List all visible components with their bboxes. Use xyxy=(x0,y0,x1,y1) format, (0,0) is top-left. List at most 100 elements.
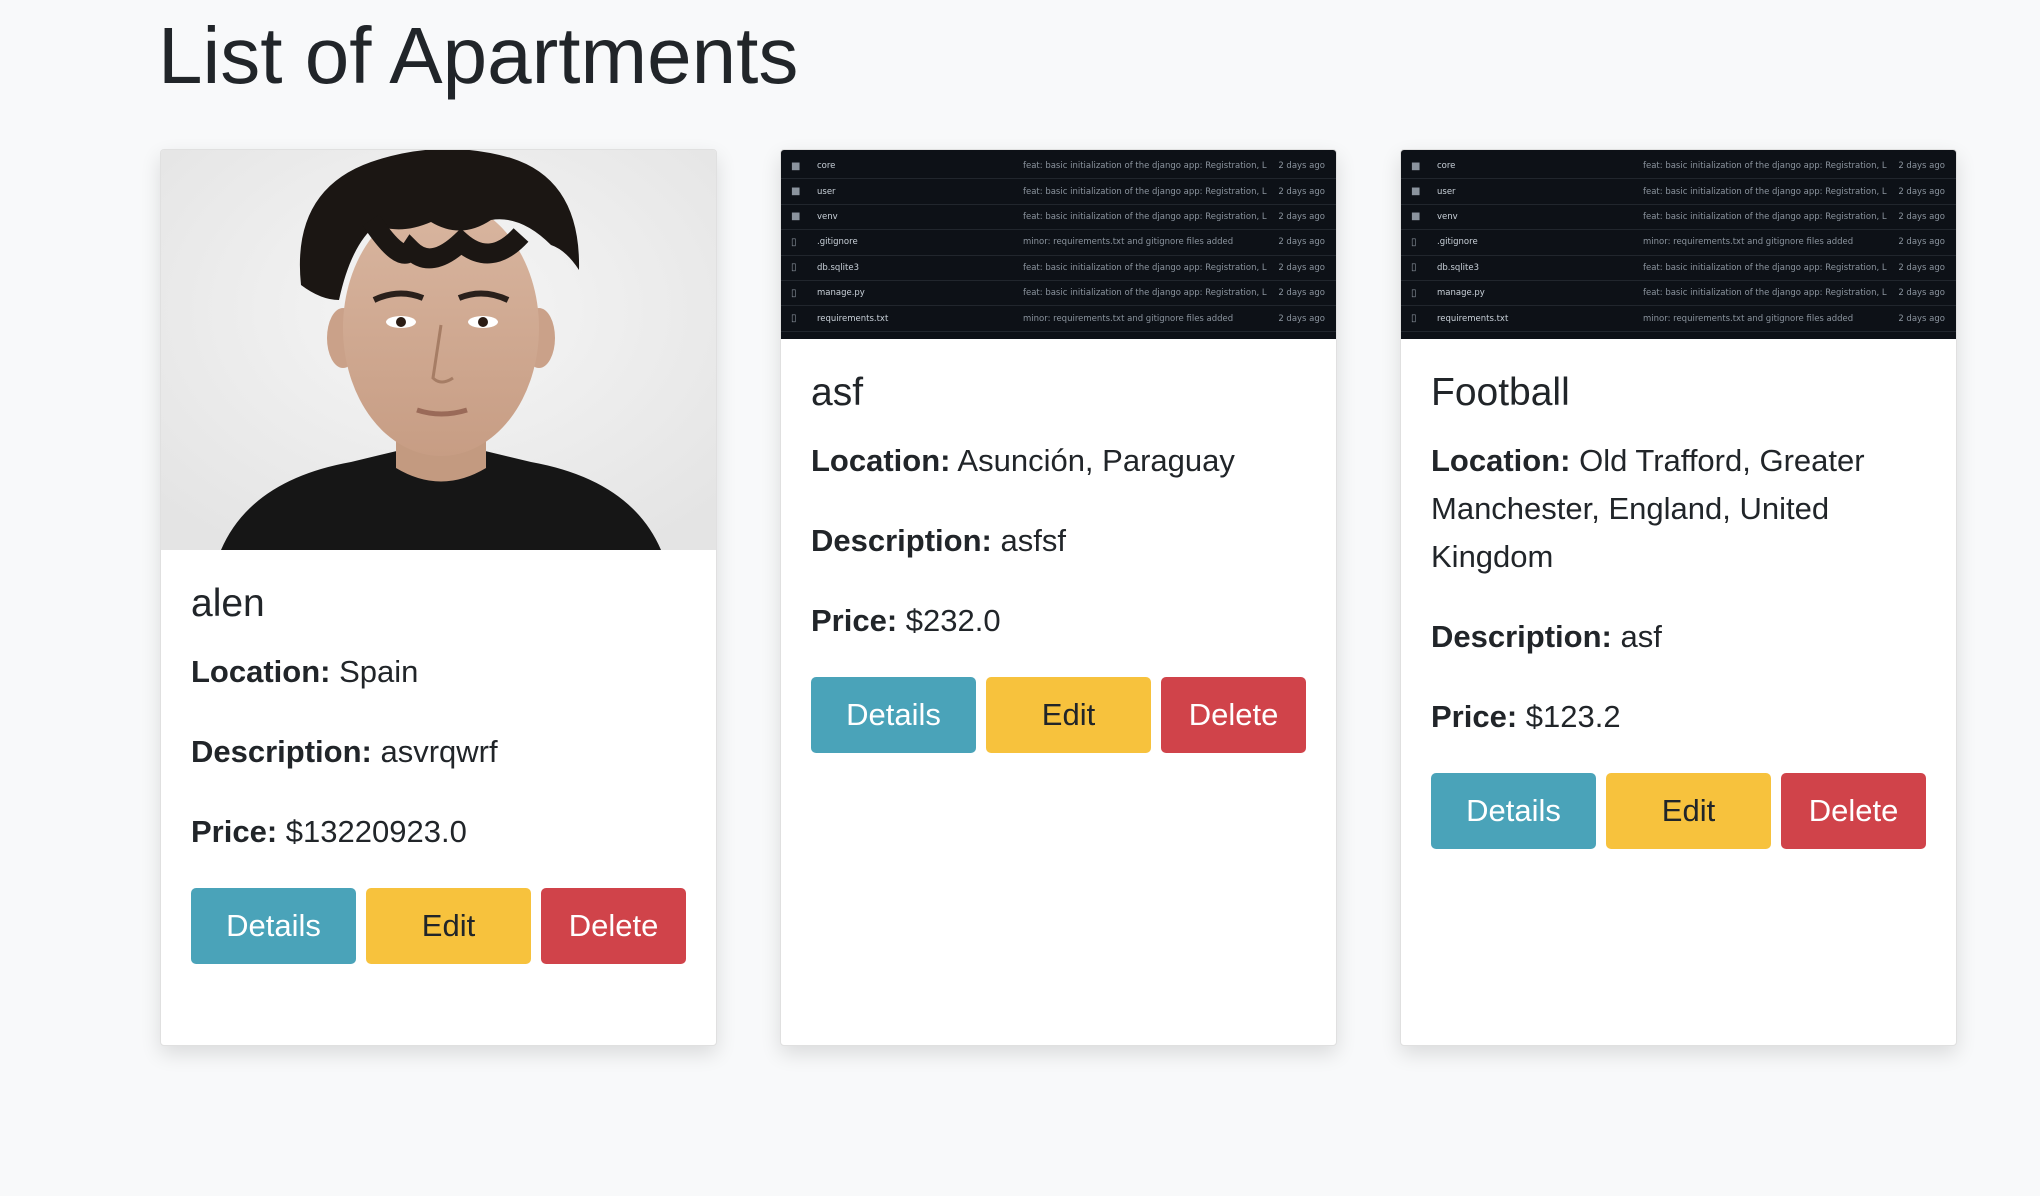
delete-button[interactable]: Delete xyxy=(541,888,686,964)
file-icon: ▯ xyxy=(791,236,797,248)
apartment-name: asf xyxy=(811,371,864,414)
repo-commit-message: feat: basic initialization of the django… xyxy=(1643,161,1887,172)
repo-commit-time: 2 days ago xyxy=(1278,288,1325,299)
repo-row: ▯ requirements.txt minor: requirements.txt… xyxy=(781,306,1336,332)
repo-row: ▯ db.sqlite3 feat: basic initialization of… xyxy=(781,256,1336,281)
folder-icon: ■ xyxy=(1411,211,1421,223)
repo-commit-time: 2 days ago xyxy=(1278,313,1325,324)
repo-commit-message: feat: basic initialization of the django… xyxy=(1643,211,1887,222)
repo-row: ■ core feat: basic initialization of the d… xyxy=(781,154,1336,180)
card-actions: Details Edit Delete xyxy=(191,888,686,964)
repo-file-name: core xyxy=(817,161,836,172)
repo-row: ▯ requirements.txt minor: requirements.txt… xyxy=(1401,306,1956,332)
repo-row: ■ venv feat: basic initialization of the d… xyxy=(781,205,1336,231)
folder-icon: ■ xyxy=(791,186,801,198)
location-value: Asunción, Paraguay xyxy=(957,443,1235,478)
repo-commit-time: 2 days ago xyxy=(1898,262,1945,273)
description-value: asvrqwrf xyxy=(380,734,498,769)
delete-button[interactable]: Delete xyxy=(1161,677,1306,753)
file-icon: ▯ xyxy=(1411,313,1417,325)
edit-button[interactable]: Edit xyxy=(1606,773,1771,849)
repo-row: ■ core feat: basic initialization of the d… xyxy=(1401,154,1956,180)
apartment-name: Football xyxy=(1431,371,1570,414)
card-actions: Details Edit Delete xyxy=(811,677,1306,753)
repo-commit-time: 2 days ago xyxy=(1278,211,1325,222)
location-field: Location: Spain xyxy=(191,648,686,696)
edit-button[interactable]: Edit xyxy=(366,888,531,964)
folder-icon: ■ xyxy=(1411,160,1421,172)
apartment-photo: ■ core feat: basic initialization of the d… xyxy=(1401,150,1956,339)
location-label: Location: xyxy=(811,443,951,478)
repo-file-name: user xyxy=(1437,186,1456,197)
repo-commit-message: feat: basic initialization of the django… xyxy=(1023,161,1267,172)
card-actions: Details Edit Delete xyxy=(1431,773,1926,849)
apartment-photo: ■ core feat: basic initialization of the d… xyxy=(781,150,1336,339)
repo-file-name: venv xyxy=(817,211,838,222)
repo-commit-time: 2 days ago xyxy=(1278,237,1325,248)
edit-button[interactable]: Edit xyxy=(986,677,1151,753)
location-field: Location: Old Trafford, Greater Manchest… xyxy=(1431,437,1926,581)
repo-file-name: requirements.txt xyxy=(817,313,889,324)
description-value: asfsf xyxy=(1000,523,1066,558)
price-field: Price: $232.0 xyxy=(811,597,1306,645)
apartment-card: alen Location: Spain Description: asvrqw… xyxy=(160,149,717,1046)
folder-icon: ■ xyxy=(791,211,801,223)
repo-row: ▯ db.sqlite3 feat: basic initialization of… xyxy=(1401,256,1956,281)
repo-commit-message: minor: requirements.txt and gitignore fi… xyxy=(1023,237,1234,248)
file-icon: ▯ xyxy=(1411,287,1417,299)
location-value: Spain xyxy=(339,654,419,689)
repo-file-name: manage.py xyxy=(817,288,865,299)
page-title: List of Apartments xyxy=(158,11,799,100)
repo-row: ■ venv feat: basic initialization of the d… xyxy=(1401,205,1956,231)
delete-button[interactable]: Delete xyxy=(1781,773,1926,849)
repo-commit-message: feat: basic initialization of the django… xyxy=(1023,262,1267,273)
file-icon: ▯ xyxy=(1411,262,1417,274)
repo-commit-time: 2 days ago xyxy=(1898,186,1945,197)
apartment-photo xyxy=(161,150,716,550)
repo-file-name: .gitignore xyxy=(1437,237,1478,248)
repo-file-name: requirements.txt xyxy=(1437,313,1509,324)
repo-row: ■ user feat: basic initialization of the d… xyxy=(1401,179,1956,205)
repo-file-name: venv xyxy=(1437,211,1458,222)
repo-commit-message: minor: requirements.txt and gitignore fi… xyxy=(1023,313,1234,324)
folder-icon: ■ xyxy=(1411,186,1421,198)
location-label: Location: xyxy=(1431,443,1571,478)
description-field: Description: asf xyxy=(1431,613,1926,661)
description-value: asf xyxy=(1620,619,1662,654)
price-label: Price: xyxy=(1431,699,1518,734)
repo-row: ■ user feat: basic initialization of the d… xyxy=(781,179,1336,205)
repo-commit-message: feat: basic initialization of the django… xyxy=(1643,262,1887,273)
repo-row: ▯ .gitignore minor: requirements.txt and g… xyxy=(1401,230,1956,256)
repo-file-name: core xyxy=(1437,161,1456,172)
apartment-card: ■ core feat: basic initialization of the d… xyxy=(780,149,1337,1046)
repository-file-list: ■ core feat: basic initialization of the d… xyxy=(1401,154,1956,332)
repo-commit-message: minor: requirements.txt and gitignore fi… xyxy=(1643,313,1854,324)
description-label: Description: xyxy=(811,523,992,558)
price-field: Price: $13220923.0 xyxy=(191,808,686,856)
repo-commit-time: 2 days ago xyxy=(1898,211,1945,222)
repo-commit-time: 2 days ago xyxy=(1278,186,1325,197)
apartment-name: alen xyxy=(191,582,265,625)
repo-commit-time: 2 days ago xyxy=(1898,161,1945,172)
repo-commit-time: 2 days ago xyxy=(1898,288,1945,299)
file-icon: ▯ xyxy=(791,313,797,325)
repo-commit-time: 2 days ago xyxy=(1278,161,1325,172)
location-label: Location: xyxy=(191,654,331,689)
repo-row: ▯ manage.py feat: basic initialization of … xyxy=(781,281,1336,307)
repo-file-name: .gitignore xyxy=(817,237,858,248)
repo-commit-message: feat: basic initialization of the django… xyxy=(1643,288,1887,299)
repo-commit-message: feat: basic initialization of the django… xyxy=(1023,288,1267,299)
repo-commit-time: 2 days ago xyxy=(1898,237,1945,248)
price-value: $123.2 xyxy=(1525,699,1621,734)
repo-file-name: user xyxy=(817,186,836,197)
price-label: Price: xyxy=(191,814,278,849)
details-button[interactable]: Details xyxy=(1431,773,1596,849)
details-button[interactable]: Details xyxy=(811,677,976,753)
price-field: Price: $123.2 xyxy=(1431,693,1926,741)
description-field: Description: asvrqwrf xyxy=(191,728,686,776)
folder-icon: ■ xyxy=(791,160,801,172)
repo-row: ▯ manage.py feat: basic initialization of … xyxy=(1401,281,1956,307)
file-icon: ▯ xyxy=(791,262,797,274)
repo-commit-message: feat: basic initialization of the django… xyxy=(1643,186,1887,197)
details-button[interactable]: Details xyxy=(191,888,356,964)
